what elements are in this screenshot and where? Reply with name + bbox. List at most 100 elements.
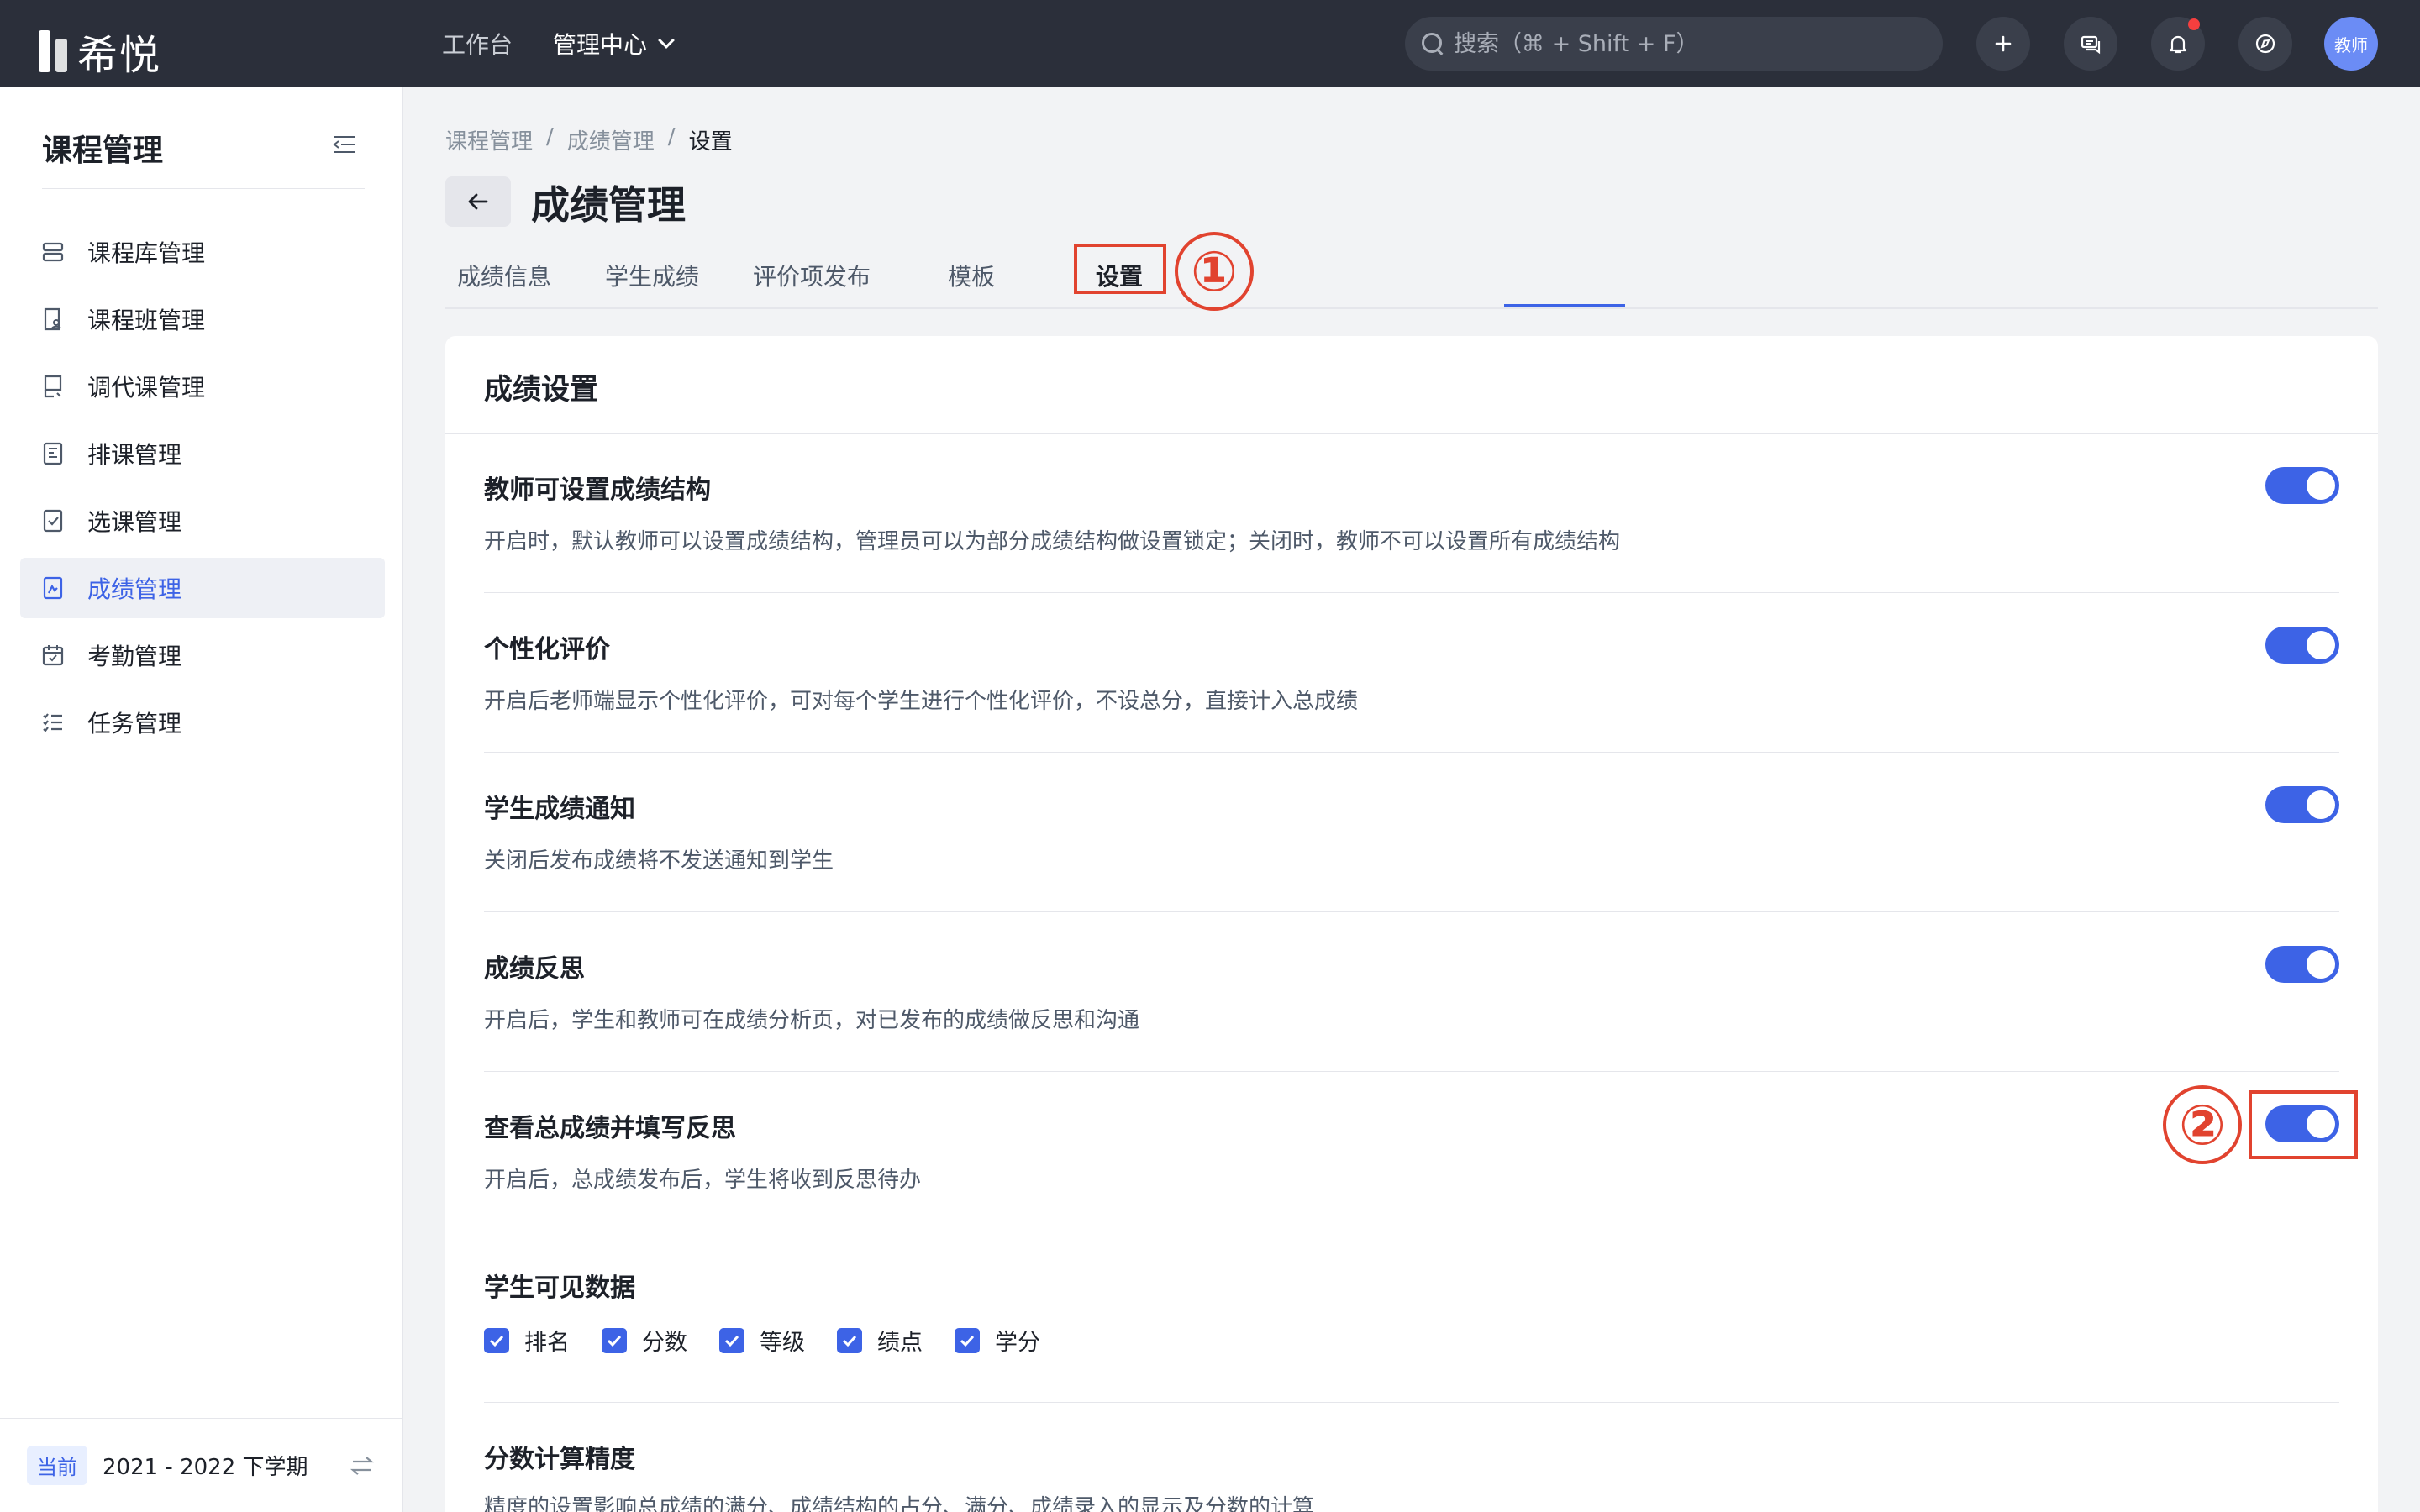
schedule-icon bbox=[40, 441, 66, 466]
top-bar: 希悦 工作台 管理中心 教师 bbox=[0, 0, 2420, 87]
tab-student-grades[interactable]: 学生成绩 bbox=[605, 259, 699, 292]
sidebar-item-substitute[interactable]: 调代课管理 bbox=[20, 356, 385, 417]
setting-toggle[interactable] bbox=[2265, 627, 2339, 664]
messages-button[interactable] bbox=[2064, 17, 2118, 71]
setting-title: 分数计算精度 bbox=[484, 1445, 635, 1474]
logo-mark-icon bbox=[39, 30, 67, 72]
plus-icon bbox=[1995, 35, 2012, 52]
logo-text: 希悦 bbox=[77, 32, 162, 79]
breadcrumb-current: 设置 bbox=[688, 129, 733, 155]
back-button[interactable] bbox=[445, 176, 511, 227]
setting-title: 查看总成绩并填写反思 bbox=[484, 1114, 736, 1143]
current-term-badge: 当前 bbox=[27, 1446, 87, 1485]
class-book-icon bbox=[40, 307, 66, 332]
tab-templates[interactable]: 模板 bbox=[948, 259, 995, 292]
sidebar-item-course-class[interactable]: 课程班管理 bbox=[20, 289, 385, 349]
swap-icon[interactable] bbox=[350, 1454, 375, 1478]
sidebar-item-label: 排课管理 bbox=[87, 441, 182, 469]
sidebar-item-label: 任务管理 bbox=[87, 710, 182, 738]
setting-description: 开启后，总成绩发布后，学生将收到反思待办 bbox=[484, 1168, 922, 1193]
setting-row: 学生成绩通知 关闭后发布成绩将不发送通知到学生 bbox=[484, 753, 2339, 912]
breadcrumb-separator: / bbox=[546, 124, 554, 150]
checkbox-checked-icon bbox=[719, 1327, 744, 1353]
visible-data-checkboxes: 排名 分数 等级 绩点 学分 bbox=[484, 1324, 1040, 1357]
precision-row: 分数计算精度 精度的设置影响总成绩的满分、成绩结构的占分、满分、成绩录入的显示及… bbox=[484, 1403, 2339, 1512]
database-icon bbox=[40, 239, 66, 265]
search-icon bbox=[1422, 33, 1444, 55]
app-logo[interactable]: 希悦 bbox=[39, 22, 161, 81]
nav-management-center-label: 管理中心 bbox=[553, 31, 648, 59]
setting-row: 个性化评价 开启后老师端显示个性化评价，可对每个学生进行个性化评价，不设总分，直… bbox=[484, 593, 2339, 753]
sidebar-menu: 课程库管理 课程班管理 调代课管理 排课管理 选课管理 成绩管理 考勤管理 任务… bbox=[20, 222, 385, 759]
search-input[interactable] bbox=[1454, 30, 1924, 57]
setting-description: 开启后老师端显示个性化评价，可对每个学生进行个性化评价，不设总分，直接计入总成绩 bbox=[484, 689, 1359, 714]
add-button[interactable] bbox=[1976, 17, 2030, 71]
annotation-number: ① bbox=[1175, 232, 1254, 311]
tab-grade-info[interactable]: 成绩信息 bbox=[457, 259, 551, 292]
sidebar-item-attendance[interactable]: 考勤管理 bbox=[20, 625, 385, 685]
card-title: 成绩设置 bbox=[484, 373, 598, 407]
setting-toggle[interactable] bbox=[2265, 946, 2339, 983]
setting-row: 成绩反思 开启后，学生和教师可在成绩分析页，对已发布的成绩做反思和沟通 bbox=[484, 912, 2339, 1072]
sidebar-title: 课程管理 bbox=[42, 134, 164, 168]
setting-title: 成绩反思 bbox=[484, 954, 585, 984]
checkbox-label: 分数 bbox=[642, 1330, 687, 1356]
sidebar: 课程管理 课程库管理 课程班管理 调代课管理 排课管理 选课管理 成绩管理 考勤… bbox=[0, 87, 403, 1512]
sidebar-item-tasks[interactable]: 任务管理 bbox=[20, 692, 385, 753]
checkbox-gpa[interactable]: 绩点 bbox=[837, 1324, 923, 1357]
checkbox-label: 排名 bbox=[524, 1330, 570, 1356]
sidebar-item-grades[interactable]: 成绩管理 bbox=[20, 558, 385, 618]
checkbox-rank[interactable]: 排名 bbox=[484, 1324, 570, 1357]
compass-icon bbox=[2255, 34, 2275, 54]
bell-icon bbox=[2169, 35, 2187, 54]
grade-settings-card: 成绩设置 教师可设置成绩结构 开启时，默认教师可以设置成绩结构，管理员可以为部分… bbox=[445, 336, 2378, 1512]
annotation-highlight-box bbox=[1074, 244, 1166, 294]
chat-icon bbox=[2081, 35, 2101, 55]
sidebar-divider bbox=[42, 188, 365, 189]
tab-evaluation-publish[interactable]: 评价项发布 bbox=[753, 259, 871, 292]
setting-title: 学生成绩通知 bbox=[484, 795, 635, 824]
setting-description: 精度的设置影响总成绩的满分、成绩结构的占分、满分、成绩录入的显示及分数的计算 bbox=[484, 1495, 1315, 1512]
setting-title: 教师可设置成绩结构 bbox=[484, 475, 711, 505]
arrow-left-icon bbox=[468, 193, 488, 210]
checkbox-label: 等级 bbox=[760, 1330, 805, 1356]
sidebar-item-course-selection[interactable]: 选课管理 bbox=[20, 491, 385, 551]
checkbox-checked-icon bbox=[484, 1327, 509, 1353]
checkbox-level[interactable]: 等级 bbox=[719, 1324, 805, 1357]
calendar-icon bbox=[40, 643, 66, 668]
task-list-icon bbox=[40, 710, 66, 735]
sidebar-item-scheduling[interactable]: 排课管理 bbox=[20, 423, 385, 484]
sidebar-item-label: 选课管理 bbox=[87, 508, 182, 536]
top-nav: 工作台 管理中心 bbox=[442, 0, 675, 87]
checkbox-credit[interactable]: 学分 bbox=[955, 1324, 1040, 1357]
notifications-button[interactable] bbox=[2151, 17, 2205, 71]
nav-workbench[interactable]: 工作台 bbox=[442, 27, 513, 60]
breadcrumb-separator: / bbox=[667, 124, 676, 150]
sidebar-item-course-library[interactable]: 课程库管理 bbox=[20, 222, 385, 282]
notification-dot bbox=[2188, 18, 2200, 30]
grade-icon bbox=[40, 575, 66, 601]
setting-toggle[interactable] bbox=[2265, 786, 2339, 823]
tab-bar: 成绩信息 学生成绩 评价项发布 模板 设置 bbox=[445, 244, 2378, 309]
app-switch-button[interactable] bbox=[2238, 17, 2292, 71]
setting-row: 查看总成绩并填写反思 开启后，总成绩发布后，学生将收到反思待办 bbox=[484, 1072, 2339, 1231]
global-search[interactable] bbox=[1405, 17, 1943, 71]
collapse-sidebar-icon[interactable] bbox=[333, 134, 356, 155]
breadcrumb: 课程管理 / 成绩管理 / 设置 bbox=[445, 124, 733, 155]
setting-description: 开启时，默认教师可以设置成绩结构，管理员可以为部分成绩结构做设置锁定；关闭时，教… bbox=[484, 529, 1621, 554]
checkbox-score[interactable]: 分数 bbox=[602, 1324, 687, 1357]
checkbox-label: 绩点 bbox=[877, 1330, 923, 1356]
setting-description: 开启后，学生和教师可在成绩分析页，对已发布的成绩做反思和沟通 bbox=[484, 1008, 1140, 1033]
term-label: 2021 - 2022 下学期 bbox=[103, 1455, 308, 1480]
avatar[interactable]: 教师 bbox=[2324, 17, 2378, 71]
term-selector[interactable]: 当前 2021 - 2022 下学期 bbox=[0, 1418, 403, 1512]
annotation-highlight-box bbox=[2249, 1090, 2358, 1159]
setting-title: 个性化评价 bbox=[484, 635, 610, 664]
sidebar-item-label: 课程库管理 bbox=[87, 239, 206, 267]
sidebar-item-label: 课程班管理 bbox=[87, 307, 206, 334]
nav-management-center[interactable]: 管理中心 bbox=[553, 27, 675, 60]
breadcrumb-item[interactable]: 课程管理 bbox=[445, 124, 533, 155]
chevron-down-icon bbox=[658, 32, 675, 49]
breadcrumb-item[interactable]: 成绩管理 bbox=[567, 124, 655, 155]
setting-toggle[interactable] bbox=[2265, 467, 2339, 504]
